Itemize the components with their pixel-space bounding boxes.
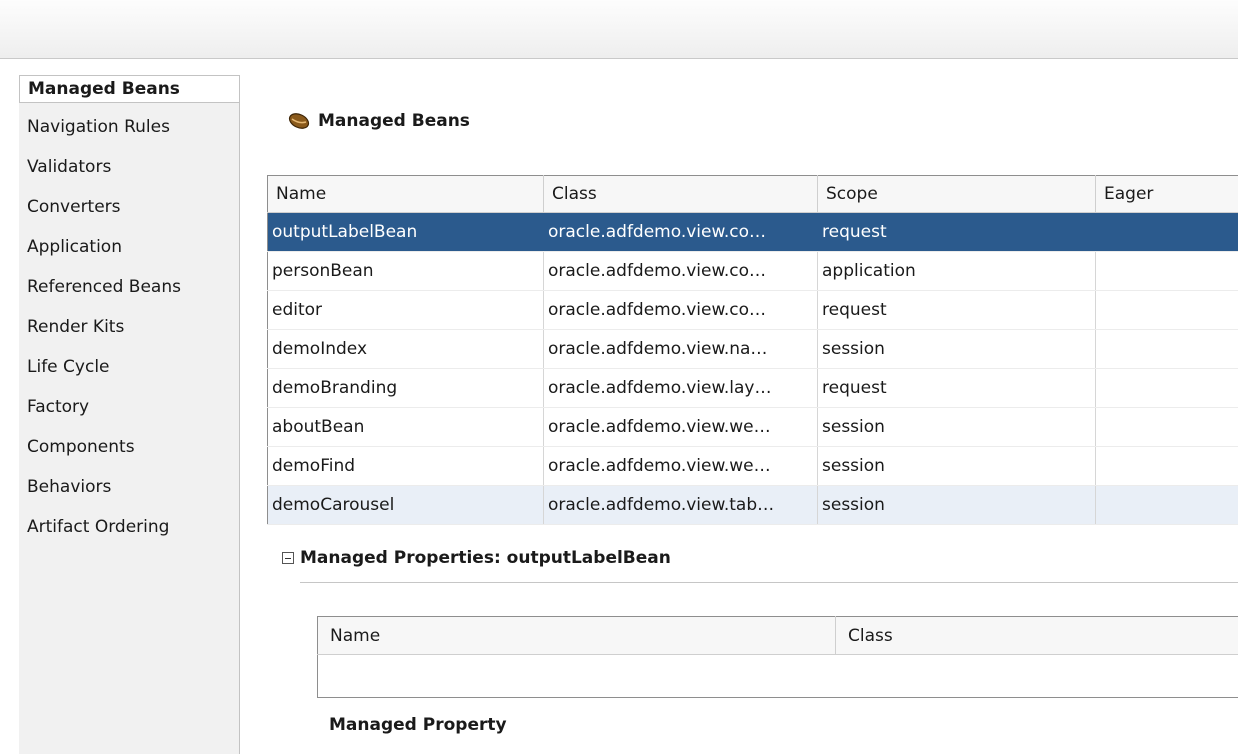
- cell-eager[interactable]: [1095, 368, 1238, 408]
- sidebar: Managed Beans Navigation Rules Validator…: [19, 75, 240, 754]
- cell-eager[interactable]: [1095, 446, 1238, 486]
- sidebar-item-managed-beans[interactable]: Managed Beans: [19, 75, 239, 103]
- cell-class[interactable]: oracle.adfdemo.view.co…: [543, 290, 818, 330]
- section-divider: [300, 582, 1238, 583]
- table-row[interactable]: outputLabelBean oracle.adfdemo.view.co… …: [267, 212, 1238, 252]
- cell-name[interactable]: outputLabelBean: [267, 212, 544, 252]
- cell-class[interactable]: oracle.adfdemo.view.co…: [543, 212, 818, 252]
- cell-name[interactable]: demoCarousel: [267, 485, 544, 525]
- cell-eager[interactable]: [1095, 407, 1238, 447]
- cell-name[interactable]: demoFind: [267, 446, 544, 486]
- managed-property-label: Managed Property: [329, 715, 507, 735]
- sidebar-item-application[interactable]: Application: [19, 228, 239, 266]
- sidebar-item-components[interactable]: Components: [19, 428, 239, 466]
- cell-name[interactable]: personBean: [267, 251, 544, 291]
- sidebar-item-converters[interactable]: Converters: [19, 188, 239, 226]
- managed-properties-title: Managed Properties: outputLabelBean: [300, 548, 671, 568]
- sidebar-item-artifact-ordering[interactable]: Artifact Ordering: [19, 508, 239, 546]
- cell-class[interactable]: oracle.adfdemo.view.lay…: [543, 368, 818, 408]
- column-header-eager[interactable]: Eager: [1095, 175, 1238, 213]
- table-row[interactable]: personBean oracle.adfdemo.view.co… appli…: [267, 251, 1238, 291]
- table-row[interactable]: editor oracle.adfdemo.view.co… request: [267, 290, 1238, 330]
- cell-scope[interactable]: request: [817, 368, 1096, 408]
- cell-class[interactable]: oracle.adfdemo.view.we…: [543, 407, 818, 447]
- sidebar-item-render-kits[interactable]: Render Kits: [19, 308, 239, 346]
- toolbar: [0, 0, 1238, 59]
- empty-row: [318, 655, 1238, 698]
- cell-scope[interactable]: request: [817, 290, 1096, 330]
- table-header-row: Name Class: [317, 616, 1238, 655]
- cell-scope[interactable]: application: [817, 251, 1096, 291]
- cell-class[interactable]: oracle.adfdemo.view.na…: [543, 329, 818, 369]
- table-row[interactable]: demoIndex oracle.adfdemo.view.na… sessio…: [267, 329, 1238, 369]
- sidebar-item-validators[interactable]: Validators: [19, 148, 239, 186]
- managed-beans-table[interactable]: Name Class Scope Eager outputLabelBean o…: [267, 175, 1238, 525]
- column-header-name[interactable]: Name: [317, 616, 836, 655]
- column-header-class[interactable]: Class: [835, 616, 1238, 655]
- sidebar-item-navigation-rules[interactable]: Navigation Rules: [19, 108, 239, 146]
- cell-class[interactable]: oracle.adfdemo.view.we…: [543, 446, 818, 486]
- cell-eager[interactable]: [1095, 485, 1238, 525]
- managed-properties-table[interactable]: Name Class: [317, 616, 1238, 698]
- sidebar-item-life-cycle[interactable]: Life Cycle: [19, 348, 239, 386]
- cell-scope[interactable]: session: [817, 446, 1096, 486]
- cell-class[interactable]: oracle.adfdemo.view.co…: [543, 251, 818, 291]
- sidebar-item-factory[interactable]: Factory: [19, 388, 239, 426]
- cell-eager[interactable]: [1095, 329, 1238, 369]
- cell-eager[interactable]: [1095, 212, 1238, 252]
- page-title-label: Managed Beans: [318, 111, 470, 131]
- table-row[interactable]: demoCarousel oracle.adfdemo.view.tab… se…: [267, 485, 1238, 525]
- cell-name[interactable]: demoBranding: [267, 368, 544, 408]
- cell-scope[interactable]: session: [817, 329, 1096, 369]
- collapse-icon[interactable]: [282, 552, 294, 564]
- cell-name[interactable]: demoIndex: [267, 329, 544, 369]
- table-row[interactable]: aboutBean oracle.adfdemo.view.we… sessio…: [267, 407, 1238, 447]
- page-title: Managed Beans: [288, 110, 470, 132]
- table-row[interactable]: demoBranding oracle.adfdemo.view.lay… re…: [267, 368, 1238, 408]
- cell-name[interactable]: aboutBean: [267, 407, 544, 447]
- cell-scope[interactable]: request: [817, 212, 1096, 252]
- cell-eager[interactable]: [1095, 290, 1238, 330]
- column-header-scope[interactable]: Scope: [817, 175, 1096, 213]
- cell-eager[interactable]: [1095, 251, 1238, 291]
- cell-name[interactable]: editor: [267, 290, 544, 330]
- sidebar-item-behaviors[interactable]: Behaviors: [19, 468, 239, 506]
- table-row[interactable]: demoFind oracle.adfdemo.view.we… session: [267, 446, 1238, 486]
- sidebar-item-referenced-beans[interactable]: Referenced Beans: [19, 268, 239, 306]
- cell-class[interactable]: oracle.adfdemo.view.tab…: [543, 485, 818, 525]
- cell-scope[interactable]: session: [817, 407, 1096, 447]
- cell-scope[interactable]: session: [817, 485, 1096, 525]
- bean-icon: [288, 113, 310, 129]
- table-header-row: Name Class Scope Eager: [267, 175, 1238, 213]
- managed-properties-section-header[interactable]: Managed Properties: outputLabelBean: [282, 548, 671, 568]
- column-header-class[interactable]: Class: [543, 175, 818, 213]
- column-header-name[interactable]: Name: [267, 175, 544, 213]
